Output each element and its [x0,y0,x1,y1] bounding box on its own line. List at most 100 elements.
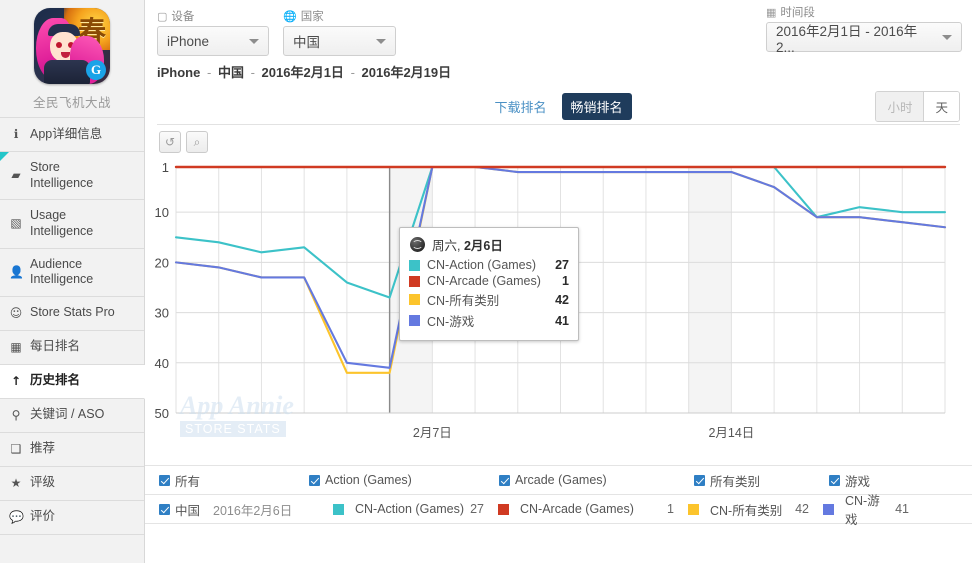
legend-category-label: Arcade (Games) [515,473,607,487]
sidebar-item-9[interactable]: ★ 评级 [0,467,144,501]
featured-icon: ❑ [10,441,22,456]
tab-rank-1[interactable]: 畅销排名 [561,93,632,120]
sidebar-nav: ℹ App详细信息 ▰ Store Intelligence ▧ Usage Intell… [0,117,145,535]
breadcrumb-device: iPhone [157,65,201,80]
x-axis-tick-1: 2月14日 [708,426,754,440]
tab-rank-0[interactable]: 下载排名 [485,93,555,120]
legend-category-2[interactable]: Arcade (Games) [499,473,694,487]
clock-icon: ☺ [9,305,23,320]
globe-icon: 🌐 [283,9,297,23]
y-axis-tick-2: 20 [155,255,169,270]
legend-category-label: 游戏 [845,474,871,489]
country-select[interactable]: 中国 [283,26,396,56]
sidebar-item-10[interactable]: 💬 评价 [0,501,144,535]
calendar-icon: ▦ [10,339,22,354]
tooltip-series-name: CN-所有类别 [427,294,500,308]
sidebar-item-label: Audience Intelligence [30,256,94,287]
sidebar-item-4[interactable]: ☺ Store Stats Pro [0,297,144,331]
checkbox[interactable] [159,474,170,486]
tooltip-row: CN-游戏 41 [409,311,569,330]
legend-series-name: CN-Arcade (Games) [520,502,634,516]
calendar-icon: ▦ [766,5,777,19]
reset-zoom-button[interactable]: ↺ [159,131,181,153]
tooltip-date-text: 2月6日 [463,239,503,253]
series-swatch [409,294,420,305]
legend-country[interactable]: 中国 2016年2月6日 [159,500,333,519]
tooltip-row: CN-所有类别 42 [409,290,569,309]
legend-series-value: 27 [470,502,484,516]
legend-series-0[interactable]: CN-Action (Games) 27 [333,502,498,516]
sidebar-item-label: 评级 [30,475,56,490]
granularity-day[interactable]: 天 [924,92,959,121]
granularity-toggle: 小时天 [875,91,960,122]
breadcrumb-end-date: 2016年2月19日 [361,65,452,80]
sidebar-item-8[interactable]: ❑ 推荐 [0,433,144,467]
tooltip-date: 周六, 2月6日 [432,235,503,254]
legend-series-name: CN-游戏 [845,494,880,527]
sidebar-item-3[interactable]: 👤 Audience Intelligence [0,249,144,297]
granularity-hour[interactable]: 小时 [876,92,925,121]
legend-category-1[interactable]: Action (Games) [309,473,499,487]
device-select-value: iPhone [167,33,210,49]
sidebar: 春 G 全民飞机大战 ℹ App详细信息 ▰ Store Intelligence ▧ U… [0,0,145,563]
tooltip-series-value: 41 [555,313,569,328]
app-title: 全民飞机大战 [32,96,111,110]
tooltip-series-value: 42 [555,292,569,307]
info-icon: ℹ [13,127,19,141]
rank-tabs: 下载排名 畅销排名 [485,93,632,120]
sidebar-item-2[interactable]: ▧ Usage Intelligence [0,200,144,249]
device-label-text: 设备 [171,11,195,23]
sidebar-item-label: App详细信息 [30,126,103,141]
sidebar-item-7[interactable]: ⚲ 关键词 / ASO [0,399,144,433]
tooltip-weekday: 周六, [432,239,461,253]
legend-category-label: 所有类别 [710,474,761,489]
sidebar-item-5[interactable]: ▦ 每日排名 [0,331,144,365]
series-swatch [333,503,344,515]
sidebar-item-6[interactable]: ↑ 历史排名 [0,364,145,399]
series-swatch [823,503,834,515]
legend-series-1[interactable]: CN-Arcade (Games) 1 [498,502,688,516]
daterange-label-text: 时间段 [780,7,815,19]
weekend-band-1 [688,167,732,413]
checkbox[interactable] [829,474,840,486]
sidebar-item-label: Store Intelligence [30,160,94,190]
breadcrumb-sep-1: - [206,65,212,80]
zoom-out-button[interactable]: ⌕ [186,131,208,153]
checkbox[interactable] [309,474,320,486]
audience-icon: 👤 [9,264,24,279]
sidebar-item-label: 关键词 / ASO [30,407,105,422]
x-axis-tick-0: 2月7日 [413,426,452,440]
tooltip-series-name: CN-游戏 [427,315,475,329]
legend-category-4[interactable]: 游戏 [829,471,949,490]
store-icon: ▰ [11,168,21,183]
sidebar-item-0[interactable]: ℹ App详细信息 [0,118,144,152]
legend-series-value: 1 [667,502,674,516]
checkbox[interactable] [159,503,170,515]
chart-toolbar: ↺ ⌕ [145,125,972,153]
rank-history-chart[interactable]: 1 10 20 30 40 50 2月7日 2月14日 App Annie STORE STA… [145,155,972,465]
daterange-filter-label: ▦ 时间段 [766,4,962,20]
legend-category-3[interactable]: 所有类别 [694,471,829,490]
sidebar-item-label: 评价 [30,509,56,524]
daterange-select-value: 2016年2月1日 - 2016年2... [776,23,918,55]
checkbox[interactable] [694,474,705,486]
legend-category-0[interactable]: 所有 [159,471,309,490]
legend-series-2[interactable]: CN-所有类别 42 [688,500,823,519]
device-select[interactable]: iPhone [157,26,269,56]
sidebar-item-1[interactable]: ▰ Store Intelligence [0,152,144,201]
country-label-text: 国家 [300,11,324,23]
app-header: 春 G 全民飞机大战 [0,0,144,117]
legend-country-label: 中国 [175,503,201,518]
sidebar-item-label: Store Stats Pro [30,305,115,320]
country-filter-label: 🌐 国家 [283,8,396,24]
device-filter-label: ▢ 设备 [157,8,269,24]
series-swatch [498,503,509,515]
series-legend: 中国 2016年2月6日 CN-Action (Games) 27 CN-Arcade … [145,494,972,527]
legend-series-3[interactable]: CN-游戏 41 [823,490,923,528]
new-flag-icon [0,152,9,161]
tooltip-series-name: CN-Action (Games) [427,258,537,272]
country-filter-group: 🌐 国家 中国 [283,8,396,56]
daterange-select[interactable]: 2016年2月1日 - 2016年2... [766,22,962,55]
checkbox[interactable] [499,474,510,486]
legend-category-label: Action (Games) [325,473,412,487]
